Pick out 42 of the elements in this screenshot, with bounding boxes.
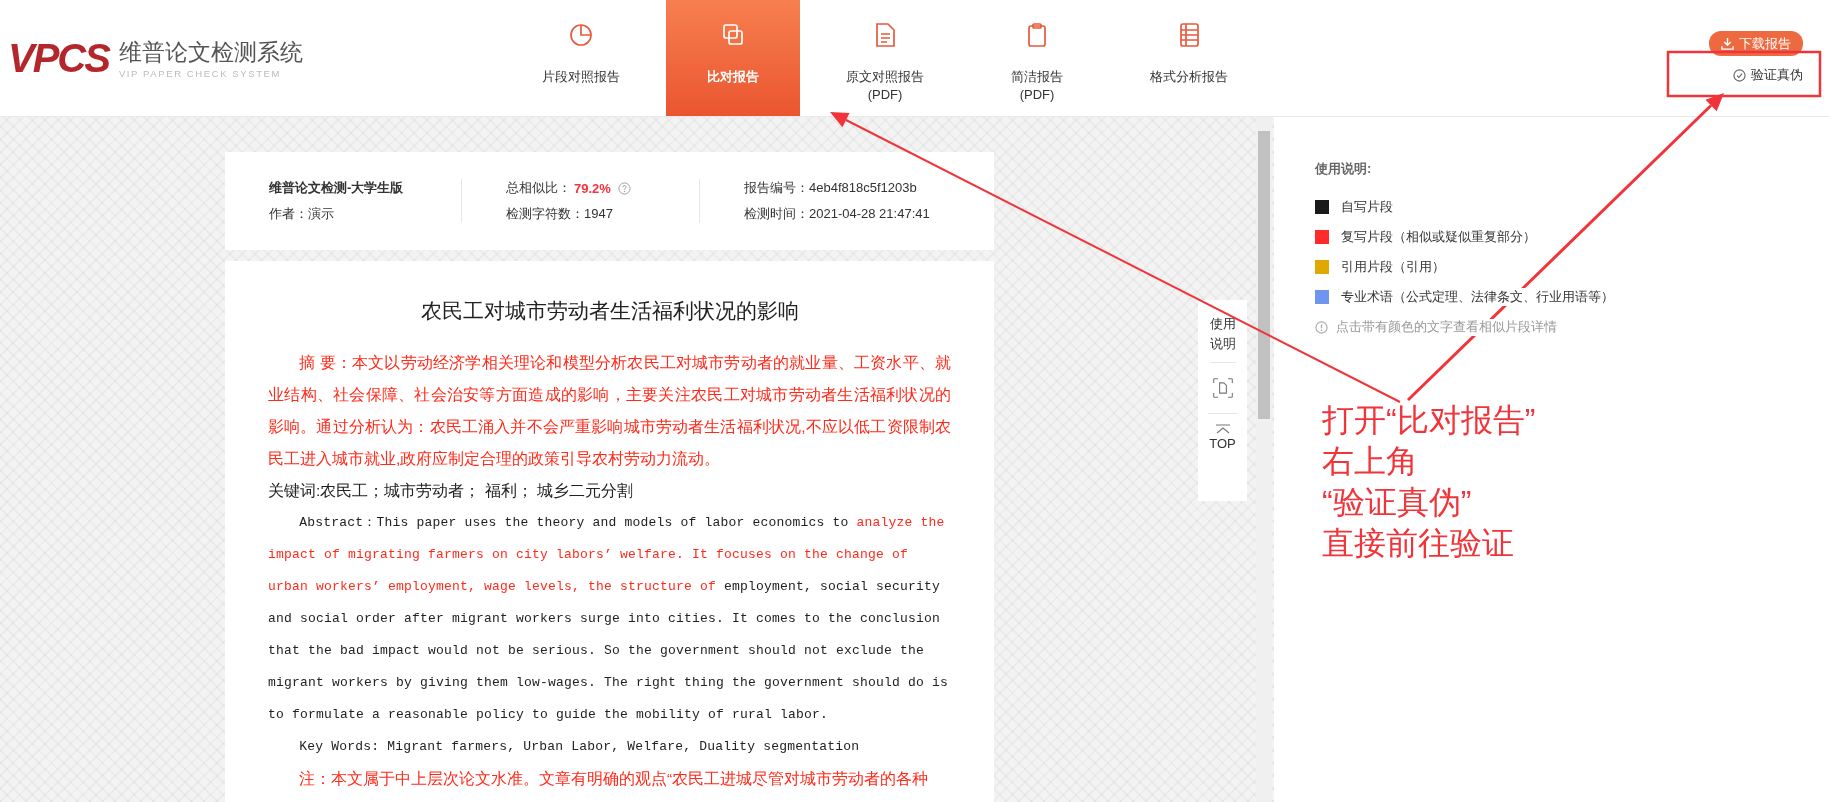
- document-paragraph: 关键词:农民工；城市劳动者； 福利； 城乡二元分割: [268, 481, 634, 501]
- callout-text: 打开“比对报告”: [1322, 401, 1536, 440]
- author-label: 作者：演示: [269, 205, 335, 223]
- check-time-label: 检测时间：2021-04-28 21:47:41: [744, 205, 930, 223]
- logo-subtitle: VIP PAPER CHECK SYSTEM: [118, 68, 282, 79]
- scrollbar[interactable]: [1256, 117, 1272, 802]
- edition-label: 维普论文检测-大学生版: [269, 179, 405, 197]
- check-circle-icon: [1733, 68, 1746, 82]
- download-icon: [1721, 37, 1734, 50]
- document-paragraph: 摘 要：本文以劳动经济学相关理论和模型分析农民工对城市劳动者的就业量、工资水平、就业结构、社会保障、社会治安等方面造成的影响，主要关注农民工对城市劳动者生活福利状况的影响。通过分析认为：农民工涌入并不会严重影响城市劳动者生活福利状况,不应以低工资限制农民工进入城市就业,政府应制定合理的政策引导农村劳动力流动。: [268, 353, 951, 469]
- clipboard-icon: [1025, 22, 1049, 48]
- hint-text: 点击带有颜色的文字查看相似片段详情: [1336, 318, 1557, 336]
- similarity-label: 总相似比：: [506, 179, 571, 197]
- char-count-label: 检测字符数：1947: [506, 205, 614, 223]
- report-number-label: 报告编号：4eb4f818c5f1203b: [744, 179, 918, 197]
- callout-text: 右上角: [1322, 442, 1418, 481]
- pie-chart-icon: [569, 22, 593, 48]
- callout-text: 直接前往验证: [1322, 524, 1514, 563]
- help-icon[interactable]: [617, 181, 631, 195]
- report-tab[interactable]: 片段对照报告: [514, 0, 648, 116]
- back-to-top-button[interactable]: TOP: [1209, 414, 1236, 461]
- callout-text: “验证真伪”: [1322, 483, 1472, 522]
- legend-label: 自写片段: [1341, 198, 1393, 216]
- arrow-up-icon: [1214, 424, 1231, 434]
- scrollbar-thumb[interactable]: [1258, 131, 1270, 419]
- document-paragraph: Abstract：This paper uses the theory and models of labor economics to analyze the impact of migrating farmers on city labors’ welfare. It focuses on the change of urban workers’ employment, wage levels, the structure of employment, social security and social order after migrant workers surge into cities. It comes to the conclusion that the bad impact would not be serious. So the government should not exclude the migrant workers by giving them low-wages. The right thing the government should do is to formulate a reasonable policy to guide the mobility of rural labor.: [268, 514, 950, 724]
- logo-mark: VPCS: [8, 35, 109, 81]
- copy-icon: [721, 22, 745, 48]
- table-icon: [1177, 22, 1201, 48]
- document-paragraph: 注：本文属于中上层次论文水准。文章有明确的观点“农民工进城尽管对城市劳动者的各种: [298, 769, 930, 789]
- report-tab[interactable]: 格式分析报告: [1122, 0, 1256, 116]
- info-icon: [1315, 320, 1328, 334]
- document-title: 农民工对城市劳动者生活福利状况的影响: [419, 298, 800, 324]
- similarity-value: 79.2%: [574, 180, 611, 196]
- document-icon: [873, 22, 897, 48]
- legend-title: 使用说明:: [1315, 160, 1373, 178]
- report-tab[interactable]: 简洁报告 (PDF): [970, 0, 1104, 116]
- guide-button[interactable]: 使用说明: [1209, 300, 1236, 363]
- document-paragraph: Key Words: Migrant farmers, Urban Labor, Welfare, Duality segmentation: [298, 738, 861, 756]
- logo-title: 维普论文检测系统: [118, 38, 303, 67]
- document-scan-icon: [1211, 375, 1234, 401]
- report-tab[interactable]: 原文对照报告 (PDF): [818, 0, 952, 116]
